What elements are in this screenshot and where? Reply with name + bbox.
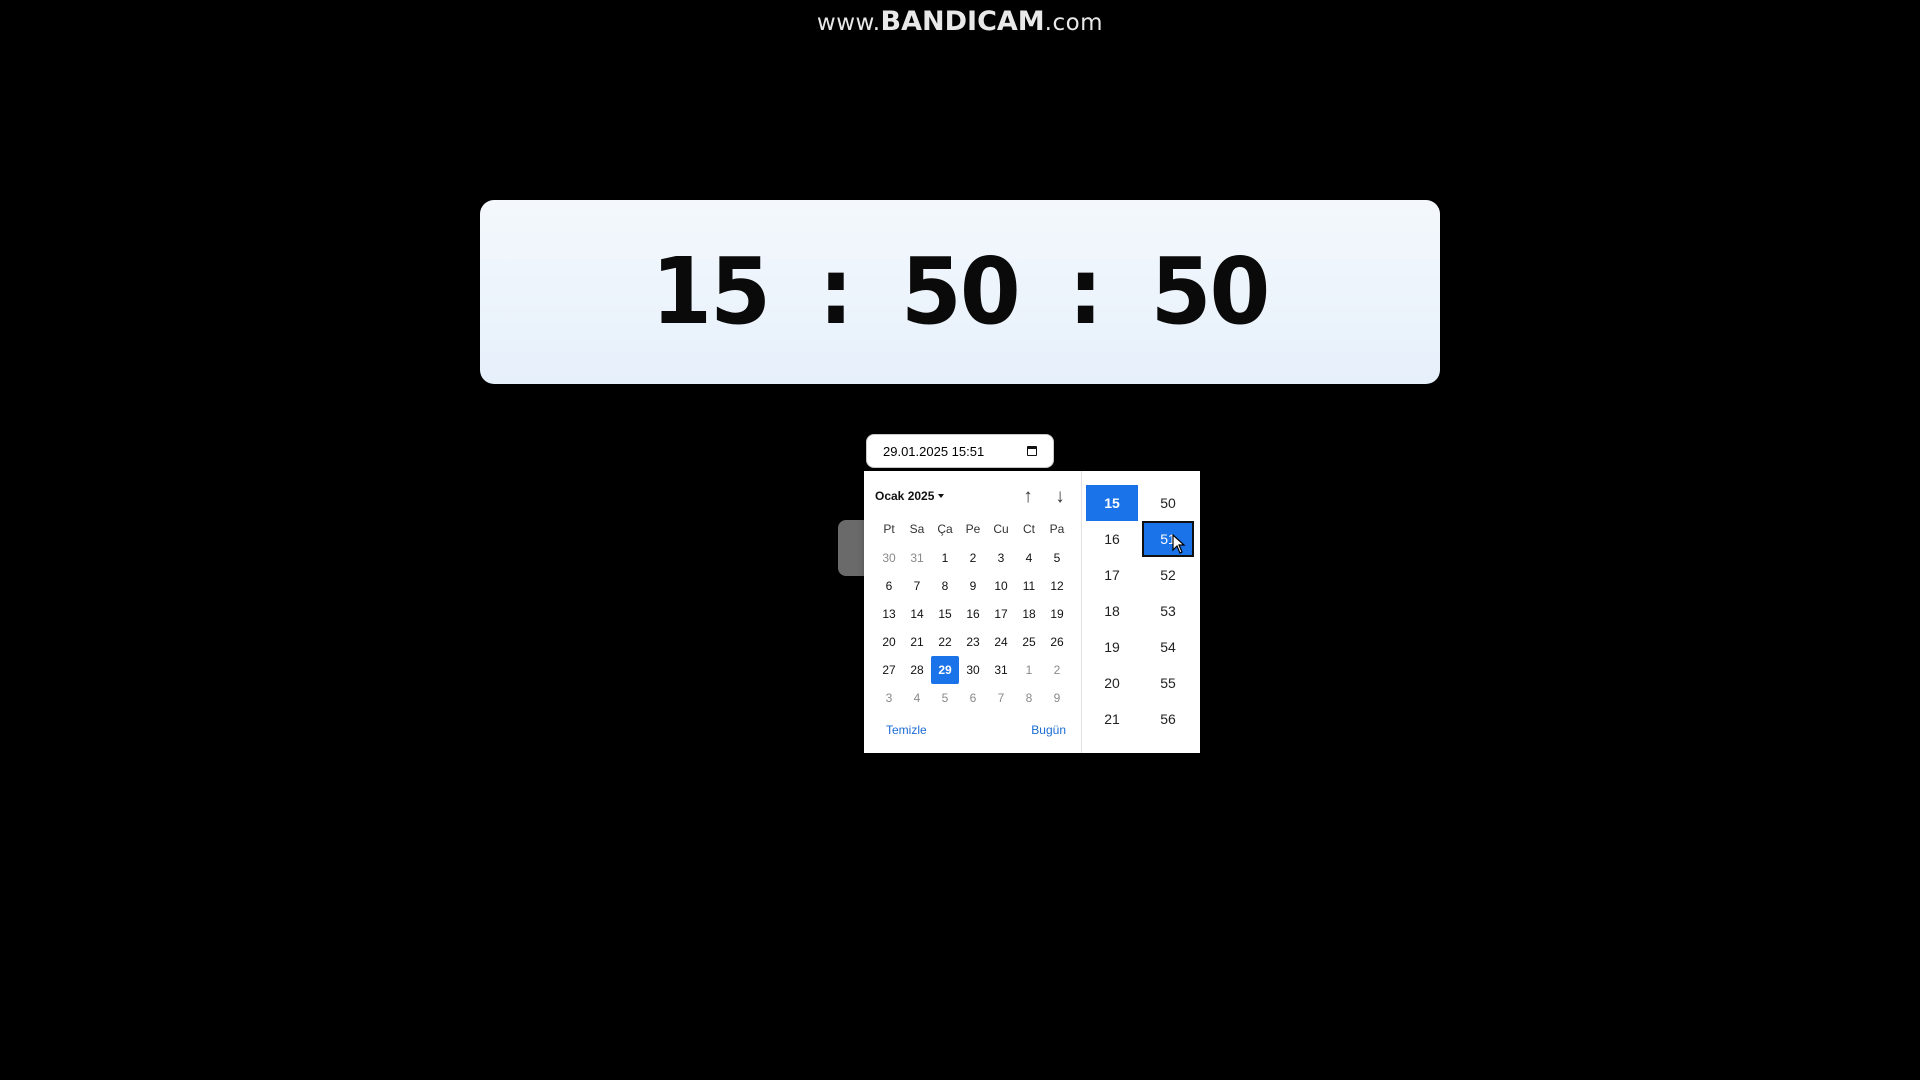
minute-option[interactable]: 50	[1142, 485, 1194, 521]
month-year-label: Ocak 2025	[875, 489, 935, 503]
calendar-day[interactable]: 28	[903, 656, 931, 684]
calendar-day[interactable]: 26	[1043, 628, 1071, 656]
calendar-day[interactable]: 19	[1043, 600, 1071, 628]
calendar-day[interactable]: 2	[1043, 656, 1071, 684]
calendar-day[interactable]: 24	[987, 628, 1015, 656]
mouse-cursor-icon	[1172, 534, 1186, 554]
arrow-up-icon[interactable]: ↑	[1017, 485, 1039, 507]
chevron-down-icon	[938, 494, 945, 498]
calendar-day[interactable]: 6	[959, 684, 987, 712]
calendar-header: Ocak 2025 ↑ ↓	[875, 485, 1071, 507]
calendar-day[interactable]: 31	[903, 544, 931, 572]
hour-option[interactable]: 15	[1086, 485, 1138, 521]
month-year-select[interactable]: Ocak 2025	[875, 489, 945, 503]
calendar-day[interactable]: 17	[987, 600, 1015, 628]
minute-option[interactable]: 56	[1142, 701, 1194, 737]
calendar-day[interactable]: 1	[1015, 656, 1043, 684]
calendar-day[interactable]: 11	[1015, 572, 1043, 600]
calendar-day[interactable]: 3	[987, 544, 1015, 572]
weekday-header: Pt	[883, 522, 895, 536]
hour-option[interactable]: 17	[1086, 557, 1138, 593]
calendar-day[interactable]: 21	[903, 628, 931, 656]
weekday-header: Pe	[965, 522, 981, 536]
hour-option[interactable]: 19	[1086, 629, 1138, 665]
hour-option[interactable]: 16	[1086, 521, 1138, 557]
clock-digits: 15 : 50 : 50	[651, 238, 1271, 345]
calendar-day[interactable]: 2	[959, 544, 987, 572]
datetime-picker-popup: Ocak 2025 ↑ ↓ Pt Sa Ça Pe Cu Ct Pa 30 31 1 2 3 4 5 6 7 8…	[864, 471, 1200, 753]
calendar-day[interactable]: 31	[987, 656, 1015, 684]
hour-column: 15 16 17 18 19 20 21	[1086, 485, 1142, 753]
weekday-header: Cu	[993, 522, 1009, 536]
calendar-day[interactable]: 23	[959, 628, 987, 656]
calendar-day[interactable]: 27	[875, 656, 903, 684]
calendar-day[interactable]: 22	[931, 628, 959, 656]
calendar-day[interactable]: 4	[903, 684, 931, 712]
calendar-day[interactable]: 30	[875, 544, 903, 572]
calendar-day-selected[interactable]: 29	[931, 656, 959, 684]
weekday-header: Sa	[909, 522, 925, 536]
clock-display: 15 : 50 : 50	[480, 200, 1440, 384]
calendar-day[interactable]: 18	[1015, 600, 1043, 628]
calendar-icon[interactable]	[1027, 446, 1037, 456]
minute-option[interactable]: 53	[1142, 593, 1194, 629]
minute-option[interactable]: 55	[1142, 665, 1194, 701]
calendar-day[interactable]: 6	[875, 572, 903, 600]
calendar-day[interactable]: 14	[903, 600, 931, 628]
calendar-day[interactable]: 5	[1043, 544, 1071, 572]
calendar-day[interactable]: 12	[1043, 572, 1071, 600]
minute-option[interactable]: 51	[1142, 521, 1194, 557]
calendar-day[interactable]: 4	[1015, 544, 1043, 572]
bandicam-watermark: www.BANDICAM.com	[816, 6, 1104, 37]
weekday-header: Pa	[1049, 522, 1065, 536]
calendar-day[interactable]: 15	[931, 600, 959, 628]
weekday-header: Ct	[1023, 522, 1035, 536]
weekday-header: Ça	[937, 522, 953, 536]
calendar-day[interactable]: 9	[1043, 684, 1071, 712]
calendar-day[interactable]: 1	[931, 544, 959, 572]
calendar-day[interactable]: 9	[959, 572, 987, 600]
clock-minutes: 50	[901, 238, 1021, 345]
minute-option[interactable]: 52	[1142, 557, 1194, 593]
minute-option[interactable]: 54	[1142, 629, 1194, 665]
time-panel: 15 16 17 18 19 20 21 50 51 52 53 54 55 56	[1082, 471, 1200, 753]
calendar-day[interactable]: 25	[1015, 628, 1043, 656]
hour-option[interactable]: 20	[1086, 665, 1138, 701]
calendar-day[interactable]: 8	[1015, 684, 1043, 712]
clock-separator: :	[1068, 238, 1103, 345]
calendar-panel: Ocak 2025 ↑ ↓ Pt Sa Ça Pe Cu Ct Pa 30 31 1 2 3 4 5 6 7 8…	[864, 471, 1082, 753]
calendar-day[interactable]: 20	[875, 628, 903, 656]
clear-button[interactable]: Temizle	[886, 723, 927, 737]
today-button[interactable]: Bugün	[1031, 723, 1066, 737]
calendar-day[interactable]: 10	[987, 572, 1015, 600]
clock-hours: 15	[651, 238, 771, 345]
calendar-day[interactable]: 7	[903, 572, 931, 600]
datetime-input-value: 29.01.2025 15:51	[883, 443, 985, 459]
clock-separator: :	[818, 238, 854, 345]
calendar-day[interactable]: 8	[931, 572, 959, 600]
hour-option[interactable]: 21	[1086, 701, 1138, 737]
calendar-day[interactable]: 16	[959, 600, 987, 628]
arrow-down-icon[interactable]: ↓	[1049, 485, 1071, 507]
calendar-day[interactable]: 7	[987, 684, 1015, 712]
calendar-day[interactable]: 3	[875, 684, 903, 712]
datetime-input[interactable]: 29.01.2025 15:51	[866, 434, 1054, 468]
calendar-day[interactable]: 30	[959, 656, 987, 684]
clock-seconds: 50	[1150, 238, 1271, 345]
calendar-footer: Temizle Bugün	[886, 723, 1066, 737]
minute-column: 50 51 52 53 54 55 56	[1142, 485, 1198, 753]
hour-option[interactable]: 18	[1086, 593, 1138, 629]
month-navigation: ↑ ↓	[1017, 485, 1071, 507]
calendar-day[interactable]: 5	[931, 684, 959, 712]
calendar-grid: Pt Sa Ça Pe Cu Ct Pa 30 31 1 2 3 4 5 6 7 8 9 10 11 12 13 14 15 1…	[875, 516, 1071, 712]
calendar-day[interactable]: 13	[875, 600, 903, 628]
